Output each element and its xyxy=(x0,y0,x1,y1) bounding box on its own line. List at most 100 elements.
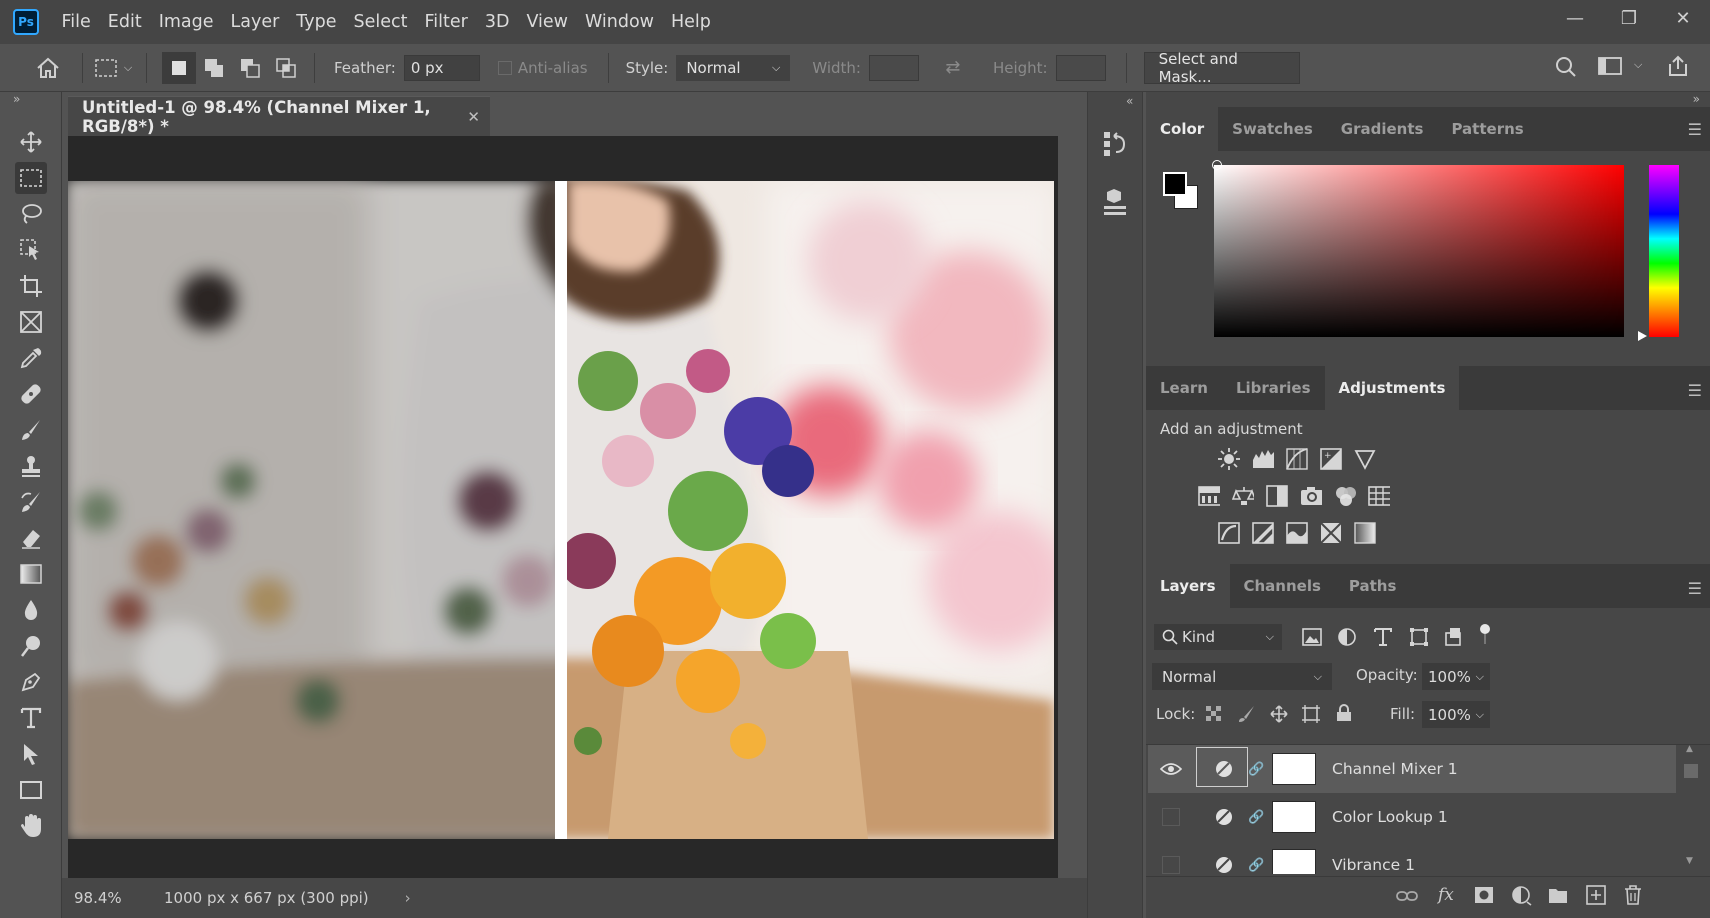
scroll-thumb[interactable] xyxy=(1684,764,1698,778)
filter-adjustment-icon[interactable] xyxy=(1338,628,1356,650)
layer-row[interactable]: 🔗 Color Lookup 1 xyxy=(1148,793,1676,841)
history-icon[interactable] xyxy=(1102,130,1128,162)
type-tool[interactable] xyxy=(15,702,47,734)
feather-field[interactable]: 0 px xyxy=(403,54,480,81)
lock-pixels-icon[interactable] xyxy=(1238,705,1256,727)
3d-icon[interactable] xyxy=(1102,188,1128,220)
channel-mixer-icon[interactable] xyxy=(1334,485,1356,507)
tab-gradients[interactable]: Gradients xyxy=(1327,107,1438,151)
chevron-right-icon[interactable]: › xyxy=(405,889,411,907)
menu-view[interactable]: View xyxy=(518,12,577,32)
exposure-icon[interactable]: + xyxy=(1320,448,1342,470)
curves-icon[interactable] xyxy=(1286,448,1308,470)
intersect-selection-icon[interactable] xyxy=(268,57,304,78)
close-tab-icon[interactable]: ✕ xyxy=(467,108,480,126)
chevron-down-icon[interactable]: ⌵ xyxy=(1634,58,1642,72)
selective-color-icon[interactable] xyxy=(1320,522,1342,544)
collapse-icon[interactable]: « xyxy=(1126,94,1133,108)
panel-menu-icon[interactable]: ☰ xyxy=(1688,579,1702,598)
close-icon[interactable]: ✕ xyxy=(1656,0,1710,36)
antialias-checkbox[interactable] xyxy=(497,60,512,75)
workspace-icon[interactable] xyxy=(1596,56,1624,76)
color-field[interactable] xyxy=(1212,160,1624,337)
tab-learn[interactable]: Learn xyxy=(1146,366,1222,410)
lock-transparent-icon[interactable] xyxy=(1206,706,1222,726)
layers-scrollbar[interactable]: ▲ ▼ xyxy=(1682,744,1700,874)
history-brush-tool[interactable] xyxy=(15,486,47,518)
gradient-map-icon[interactable] xyxy=(1354,522,1376,544)
dodge-tool[interactable] xyxy=(15,630,47,662)
hue-saturation-icon[interactable] xyxy=(1198,485,1220,507)
link-icon[interactable]: 🔗 xyxy=(1248,810,1264,825)
eraser-tool[interactable] xyxy=(15,522,47,554)
menu-file[interactable]: File xyxy=(53,12,99,32)
object-select-tool[interactable] xyxy=(15,234,47,266)
color-lookup-icon[interactable] xyxy=(1368,485,1390,507)
tab-layers[interactable]: Layers xyxy=(1146,564,1230,608)
hand-tool[interactable] xyxy=(15,810,47,842)
eyedropper-tool[interactable] xyxy=(15,342,47,374)
color-picker-handle[interactable] xyxy=(1212,160,1222,170)
fill-field[interactable]: 100% ⌵ xyxy=(1422,701,1490,728)
visibility-toggle[interactable] xyxy=(1160,854,1182,874)
new-selection-icon[interactable] xyxy=(162,51,196,84)
new-group-icon[interactable] xyxy=(1548,886,1568,908)
filter-type-icon[interactable] xyxy=(1374,627,1392,651)
new-layer-icon[interactable] xyxy=(1586,885,1606,909)
maximize-icon[interactable]: ❐ xyxy=(1602,0,1656,36)
eye-icon[interactable] xyxy=(1160,758,1182,780)
move-tool[interactable] xyxy=(15,126,47,158)
link-layers-icon[interactable] xyxy=(1396,889,1418,907)
tab-channels[interactable]: Channels xyxy=(1230,564,1335,608)
search-icon[interactable] xyxy=(1552,56,1580,78)
layer-name[interactable]: Channel Mixer 1 xyxy=(1332,760,1458,778)
chevron-down-icon[interactable]: ⌵ xyxy=(120,61,136,75)
fx-icon[interactable]: fx xyxy=(1438,885,1454,905)
layer-filter-dropdown[interactable]: Kind ⌵ xyxy=(1154,624,1282,650)
panel-menu-icon[interactable]: ☰ xyxy=(1688,120,1702,139)
select-and-mask-button[interactable]: Select and Mask... xyxy=(1143,50,1300,86)
opacity-field[interactable]: 100% ⌵ xyxy=(1422,663,1490,690)
hue-slider-handle[interactable] xyxy=(1638,331,1647,341)
color-balance-icon[interactable] xyxy=(1232,485,1254,507)
tab-adjustments[interactable]: Adjustments xyxy=(1324,366,1460,410)
crop-tool[interactable] xyxy=(15,270,47,302)
filter-toggle-icon[interactable] xyxy=(1479,623,1491,651)
menu-3d[interactable]: 3D xyxy=(476,12,518,32)
path-select-tool[interactable] xyxy=(15,738,47,770)
invert-icon[interactable] xyxy=(1218,522,1240,544)
filter-smart-object-icon[interactable] xyxy=(1444,627,1462,651)
pen-tool[interactable] xyxy=(15,666,47,698)
menu-filter[interactable]: Filter xyxy=(416,12,476,32)
add-mask-icon[interactable] xyxy=(1474,886,1494,908)
menu-help[interactable]: Help xyxy=(663,12,720,32)
rectangle-tool[interactable] xyxy=(15,774,47,806)
foreground-swatch[interactable] xyxy=(1163,172,1187,196)
add-selection-icon[interactable] xyxy=(196,58,232,78)
marquee-preset-icon[interactable] xyxy=(92,58,120,78)
width-field[interactable] xyxy=(868,54,919,81)
frame-tool[interactable] xyxy=(15,306,47,338)
tab-patterns[interactable]: Patterns xyxy=(1437,107,1537,151)
tab-paths[interactable]: Paths xyxy=(1335,564,1411,608)
hue-slider[interactable] xyxy=(1649,165,1679,337)
photoshop-logo[interactable]: Ps xyxy=(13,9,39,35)
document-tab[interactable]: Untitled-1 @ 98.4% (Channel Mixer 1, RGB… xyxy=(68,96,490,136)
expand-icon[interactable]: » xyxy=(13,92,20,106)
document-canvas[interactable] xyxy=(68,181,1054,839)
tab-swatches[interactable]: Swatches xyxy=(1218,107,1327,151)
minimize-icon[interactable]: — xyxy=(1548,0,1602,36)
layer-mask-thumbnail[interactable] xyxy=(1272,849,1316,874)
menu-layer[interactable]: Layer xyxy=(222,12,288,32)
home-icon[interactable] xyxy=(34,57,62,79)
menu-window[interactable]: Window xyxy=(576,12,662,32)
menu-type[interactable]: Type xyxy=(288,12,345,32)
layer-mask-thumbnail[interactable] xyxy=(1272,753,1316,785)
trash-icon[interactable] xyxy=(1624,885,1642,909)
lock-all-icon[interactable] xyxy=(1336,704,1352,726)
layer-mask-thumbnail[interactable] xyxy=(1272,801,1316,833)
link-icon[interactable]: 🔗 xyxy=(1248,858,1264,873)
layer-row[interactable]: 🔗 Vibrance 1 xyxy=(1148,841,1676,874)
vibrance-icon[interactable] xyxy=(1354,448,1376,470)
brush-tool[interactable] xyxy=(15,414,47,446)
